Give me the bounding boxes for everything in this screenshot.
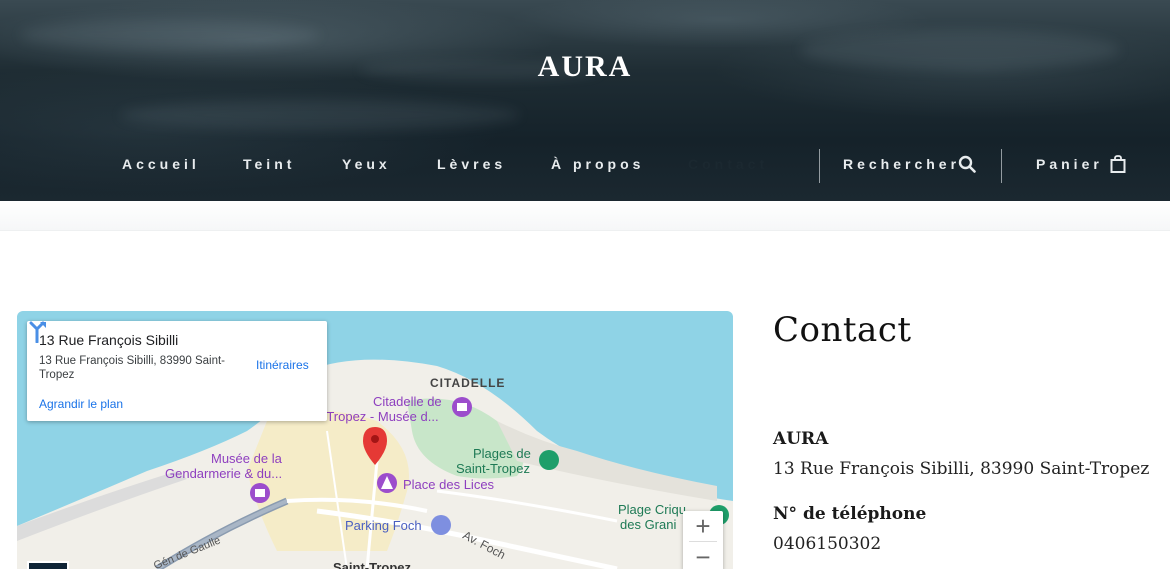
company-address: 13 Rue François Sibilli, 83990 Saint-Tro… <box>773 459 1150 479</box>
map-zoom-controls: + − <box>683 511 723 569</box>
search-link[interactable]: Rechercher <box>843 156 960 174</box>
header-texture <box>20 20 320 50</box>
map-info-card: 13 Rue François Sibilli 13 Rue François … <box>27 321 327 421</box>
site-logo[interactable]: AURA <box>0 50 1170 84</box>
map-info-title: 13 Rue François Sibilli <box>39 332 179 348</box>
company-name: AURA <box>773 429 829 449</box>
map-label-plage-crique: des Grani <box>620 517 677 532</box>
map-label-citadelle-museum: Citadelle de <box>373 394 442 409</box>
phone-number[interactable]: 0406150302 <box>773 534 881 554</box>
map-label-plages: Plages de <box>473 446 531 461</box>
zoom-out-button[interactable]: − <box>683 542 723 569</box>
enlarge-map-link[interactable]: Agrandir le plan <box>39 397 123 411</box>
nav-item-yeux[interactable]: Yeux <box>342 156 391 174</box>
nav-divider <box>1001 149 1002 183</box>
nav-item-contact[interactable]: Contact <box>688 156 768 174</box>
shopping-bag-icon[interactable] <box>1109 155 1127 173</box>
nav-item-accueil[interactable]: Accueil <box>122 156 200 174</box>
zoom-in-button[interactable]: + <box>683 511 723 541</box>
map-label-musee: Gendarmerie & du... <box>165 466 283 481</box>
map-label-musee: Musée de la <box>211 451 282 466</box>
map-label-saint-tropez: Saint-Tropez <box>333 560 412 569</box>
beach-poi-icon <box>539 450 559 470</box>
contact-heading: Contact <box>773 310 912 350</box>
nav-item-a-propos[interactable]: À propos <box>551 156 644 174</box>
directions-link[interactable]: Itinéraires <box>256 358 309 372</box>
map-label-citadelle-museum: -Tropez - Musée d... <box>322 409 439 424</box>
nav-item-teint[interactable]: Teint <box>243 156 295 174</box>
nav-item-levres[interactable]: Lèvres <box>437 156 506 174</box>
parking-poi-icon <box>431 515 451 535</box>
map-info-address: 13 Rue François Sibilli, 83990 Saint-Tro… <box>39 355 226 381</box>
map-label-plages: Saint-Tropez <box>456 461 530 476</box>
map-label-parking-foch: Parking Foch <box>345 518 422 533</box>
map-label-place-des-lices: Place des Lices <box>403 477 495 492</box>
header-texture <box>120 100 520 130</box>
phone-label: N° de téléphone <box>773 504 927 524</box>
site-header: AURA Accueil Teint Yeux Lèvres À propos … <box>0 0 1170 201</box>
map-label-citadelle: CITADELLE <box>430 376 506 390</box>
header-subbar <box>0 201 1170 231</box>
nav-divider <box>819 149 820 183</box>
map-type-toggle[interactable] <box>27 561 69 569</box>
map-label-plage-crique: Plage Criqu <box>618 502 686 517</box>
directions-icon[interactable] <box>27 321 49 343</box>
location-map[interactable]: CITADELLE Citadelle de -Tropez - Musée d… <box>17 311 733 569</box>
search-icon[interactable] <box>958 155 976 173</box>
cart-link[interactable]: Panier <box>1036 156 1103 174</box>
